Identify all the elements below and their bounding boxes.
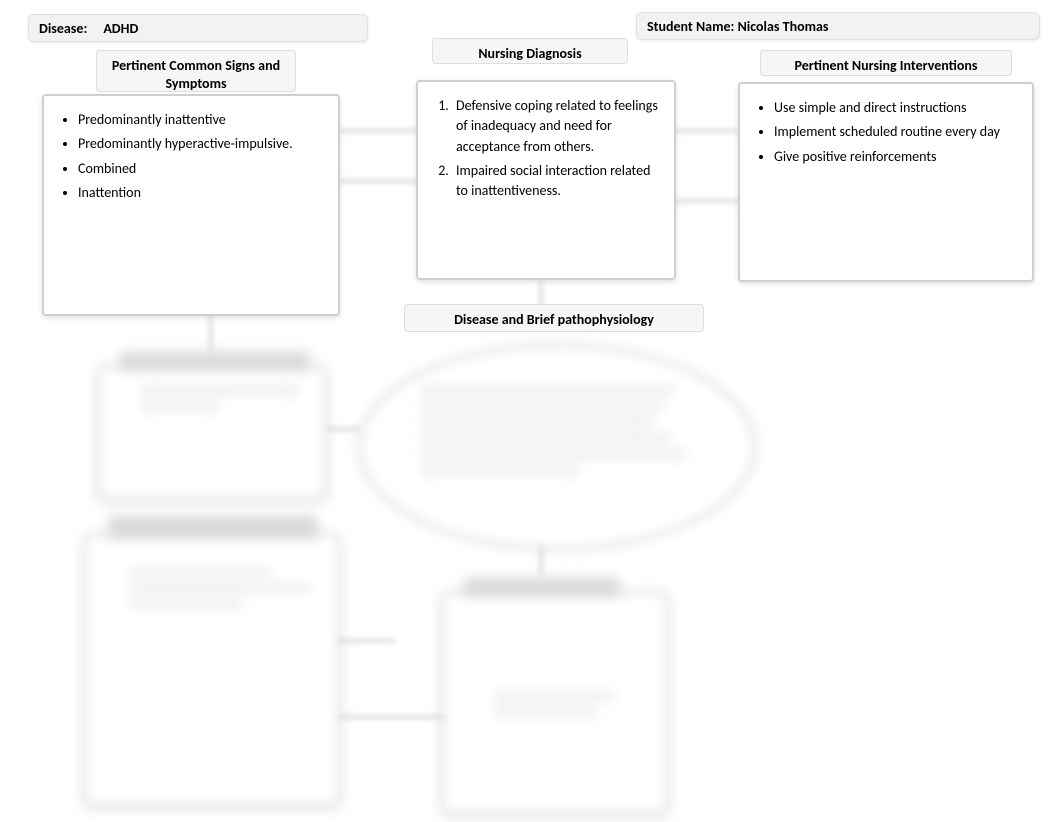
- pathophysiology-title: Disease and Brief pathophysiology: [454, 311, 654, 328]
- diagnosis-list: Defensive coping related to feelings of …: [428, 96, 664, 201]
- blurred-box-left-mid: [98, 366, 326, 500]
- signs-item: Combined: [78, 159, 328, 179]
- interventions-title-tab: Pertinent Nursing Interventions: [760, 50, 1012, 76]
- signs-box: Predominantly inattentive Predominantly …: [42, 94, 340, 316]
- pathophysiology-title-tab: Disease and Brief pathophysiology: [404, 304, 704, 332]
- signs-list: Predominantly inattentive Predominantly …: [54, 110, 328, 203]
- pathophysiology-oval: [358, 344, 756, 550]
- signs-title-tab: Pertinent Common Signs and Symptoms: [96, 50, 296, 92]
- diagnosis-title: Nursing Diagnosis: [478, 45, 581, 62]
- diagnosis-item: Defensive coping related to feelings of …: [452, 96, 664, 157]
- blurred-tab-left-low: [108, 516, 318, 538]
- disease-header: Disease: ADHD: [28, 14, 368, 42]
- signs-item: Predominantly inattentive: [78, 110, 328, 130]
- disease-label: Disease:: [39, 20, 87, 37]
- diagnosis-box: Defensive coping related to feelings of …: [416, 80, 676, 280]
- disease-value: ADHD: [103, 20, 138, 37]
- signs-item: Inattention: [78, 183, 328, 203]
- blurred-tab-center-low: [464, 578, 620, 596]
- interventions-item: Implement scheduled routine every day: [774, 122, 1022, 142]
- interventions-list: Use simple and direct instructions Imple…: [750, 98, 1022, 167]
- interventions-box: Use simple and direct instructions Imple…: [738, 82, 1034, 282]
- student-label: Student Name:: [647, 18, 734, 35]
- signs-title: Pertinent Common Signs and Symptoms: [112, 57, 280, 92]
- student-value: Nicolas Thomas: [738, 18, 829, 35]
- interventions-item: Use simple and direct instructions: [774, 98, 1022, 118]
- diagnosis-title-tab: Nursing Diagnosis: [432, 38, 628, 64]
- blurred-tab-left-mid: [120, 352, 310, 370]
- student-header: Student Name: Nicolas Thomas: [636, 12, 1040, 40]
- interventions-title: Pertinent Nursing Interventions: [795, 57, 978, 74]
- interventions-item: Give positive reinforcements: [774, 147, 1022, 167]
- diagnosis-item: Impaired social interaction related to i…: [452, 161, 664, 202]
- blurred-box-left-low: [84, 534, 340, 806]
- blurred-box-center-low: [442, 592, 668, 814]
- signs-item: Predominantly hyperactive-impulsive.: [78, 134, 328, 154]
